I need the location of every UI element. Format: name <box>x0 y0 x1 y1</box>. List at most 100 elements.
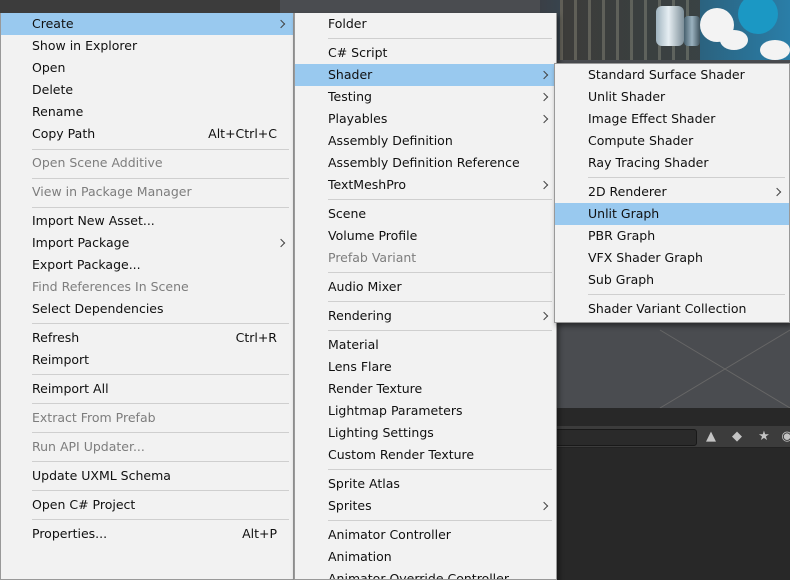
chevron-right-icon <box>539 70 549 80</box>
menu-item-lens-flare[interactable]: Lens Flare <box>295 356 556 378</box>
menu-item-label: Playables <box>328 111 388 126</box>
shader-submenu: Standard Surface Shader Unlit Shader Ima… <box>554 63 790 323</box>
menu-item-testing[interactable]: Testing <box>295 86 556 108</box>
menu-item-2d-renderer[interactable]: 2D Renderer <box>555 181 789 203</box>
filter-type-icon[interactable]: ▲ <box>702 428 720 446</box>
menu-item-import-new-asset[interactable]: Import New Asset... <box>1 210 293 232</box>
shortcut-label: Alt+P <box>242 526 277 541</box>
menu-item-label: Update UXML Schema <box>32 468 171 483</box>
menu-separator <box>328 199 552 200</box>
menu-item-label: Reimport All <box>32 381 109 396</box>
menu-item-unlit-graph[interactable]: Unlit Graph <box>555 203 789 225</box>
menu-item-render-texture[interactable]: Render Texture <box>295 378 556 400</box>
shortcut-label: Ctrl+R <box>235 330 277 345</box>
menu-item-lighting-settings[interactable]: Lighting Settings <box>295 422 556 444</box>
menu-item-label: Ray Tracing Shader <box>588 155 709 170</box>
chevron-right-icon <box>539 311 549 321</box>
menu-item-assembly-definition[interactable]: Assembly Definition <box>295 130 556 152</box>
menu-item-sprites[interactable]: Sprites <box>295 495 556 517</box>
menu-item-reimport-all[interactable]: Reimport All <box>1 378 293 400</box>
menu-item-copy-path[interactable]: Copy Path Alt+Ctrl+C <box>1 123 293 145</box>
scene-barrel <box>656 6 684 46</box>
menu-item-import-package[interactable]: Import Package <box>1 232 293 254</box>
menu-item-playables[interactable]: Playables <box>295 108 556 130</box>
chevron-right-icon <box>276 19 286 29</box>
menu-item-custom-render-texture[interactable]: Custom Render Texture <box>295 444 556 466</box>
menu-item-reimport[interactable]: Reimport <box>1 349 293 371</box>
eye-icon[interactable]: ◉ <box>778 428 790 446</box>
menu-separator <box>588 294 785 295</box>
menu-item-label: Sub Graph <box>588 272 655 287</box>
menu-item-label: Rendering <box>328 308 392 323</box>
scene-object <box>760 40 790 60</box>
menu-item-sub-graph[interactable]: Sub Graph <box>555 269 789 291</box>
menu-item-label: Reimport <box>32 352 90 367</box>
menu-item-label: Render Texture <box>328 381 423 396</box>
menu-item-show-in-explorer[interactable]: Show in Explorer <box>1 35 293 57</box>
asset-context-menu: Create Show in Explorer Open Delete Rena… <box>0 13 294 580</box>
menu-item-assembly-definition-reference[interactable]: Assembly Definition Reference <box>295 152 556 174</box>
menu-item-ray-tracing-shader[interactable]: Ray Tracing Shader <box>555 152 789 174</box>
menu-item-create[interactable]: Create <box>1 13 293 35</box>
menu-item-label: Open <box>32 60 66 75</box>
menu-item-animator-override-controller[interactable]: Animator Override Controller <box>295 568 556 580</box>
menu-item-standard-surface-shader[interactable]: Standard Surface Shader <box>555 64 789 86</box>
menu-separator <box>32 403 289 404</box>
menu-item-label: Sprite Atlas <box>328 476 400 491</box>
menu-item-scene[interactable]: Scene <box>295 203 556 225</box>
menu-item-vfx-shader-graph[interactable]: VFX Shader Graph <box>555 247 789 269</box>
menu-item-lightmap-parameters[interactable]: Lightmap Parameters <box>295 400 556 422</box>
menu-item-shader[interactable]: Shader <box>295 64 556 86</box>
menu-item-volume-profile[interactable]: Volume Profile <box>295 225 556 247</box>
menu-item-label: Prefab Variant <box>328 250 417 265</box>
menu-item-image-effect-shader[interactable]: Image Effect Shader <box>555 108 789 130</box>
menu-item-label: Run API Updater... <box>32 439 145 454</box>
menu-item-label: Rename <box>32 104 84 119</box>
menu-item-select-dependencies[interactable]: Select Dependencies <box>1 298 293 320</box>
menu-item-animator-controller[interactable]: Animator Controller <box>295 524 556 546</box>
menu-separator <box>328 272 552 273</box>
menu-item-animation[interactable]: Animation <box>295 546 556 568</box>
menu-item-textmeshpro[interactable]: TextMeshPro <box>295 174 556 196</box>
chevron-right-icon <box>772 187 782 197</box>
menu-item-compute-shader[interactable]: Compute Shader <box>555 130 789 152</box>
menu-item-label: Properties... <box>32 526 108 541</box>
menu-item-label: Scene <box>328 206 367 221</box>
menu-item-label: Animator Override Controller <box>328 571 509 580</box>
menu-item-label: C# Script <box>328 45 388 60</box>
menu-item-label: Create <box>32 16 74 31</box>
menu-item-sprite-atlas[interactable]: Sprite Atlas <box>295 473 556 495</box>
chevron-right-icon <box>539 114 549 124</box>
menu-separator <box>32 461 289 462</box>
menu-item-folder[interactable]: Folder <box>295 13 556 35</box>
menu-item-update-uxml-schema[interactable]: Update UXML Schema <box>1 465 293 487</box>
menu-item-open-csharp-project[interactable]: Open C# Project <box>1 494 293 516</box>
menu-item-label: Unlit Shader <box>588 89 666 104</box>
menu-item-label: Import Package <box>32 235 130 250</box>
menu-item-properties[interactable]: Properties... Alt+P <box>1 523 293 545</box>
menu-item-rename[interactable]: Rename <box>1 101 293 123</box>
menu-item-pbr-graph[interactable]: PBR Graph <box>555 225 789 247</box>
scene-grid <box>659 329 790 408</box>
menu-item-label: PBR Graph <box>588 228 656 243</box>
menu-item-shader-variant-collection[interactable]: Shader Variant Collection <box>555 298 789 320</box>
menu-item-label: Custom Render Texture <box>328 447 475 462</box>
menu-item-delete[interactable]: Delete <box>1 79 293 101</box>
menu-item-label: Copy Path <box>32 126 96 141</box>
star-icon[interactable]: ★ <box>755 428 773 446</box>
chevron-right-icon <box>276 238 286 248</box>
menu-item-material[interactable]: Material <box>295 334 556 356</box>
menu-item-unlit-shader[interactable]: Unlit Shader <box>555 86 789 108</box>
menu-item-open[interactable]: Open <box>1 57 293 79</box>
menu-item-label: Sprites <box>328 498 372 513</box>
menu-separator <box>328 38 552 39</box>
menu-item-refresh[interactable]: Refresh Ctrl+R <box>1 327 293 349</box>
menu-item-export-package[interactable]: Export Package... <box>1 254 293 276</box>
menu-item-csharp-script[interactable]: C# Script <box>295 42 556 64</box>
label-icon[interactable]: ◆ <box>728 428 746 446</box>
menu-item-rendering[interactable]: Rendering <box>295 305 556 327</box>
menu-item-audio-mixer[interactable]: Audio Mixer <box>295 276 556 298</box>
search-input[interactable] <box>540 429 697 446</box>
menu-item-label: View in Package Manager <box>32 184 192 199</box>
menu-item-prefab-variant: Prefab Variant <box>295 247 556 269</box>
